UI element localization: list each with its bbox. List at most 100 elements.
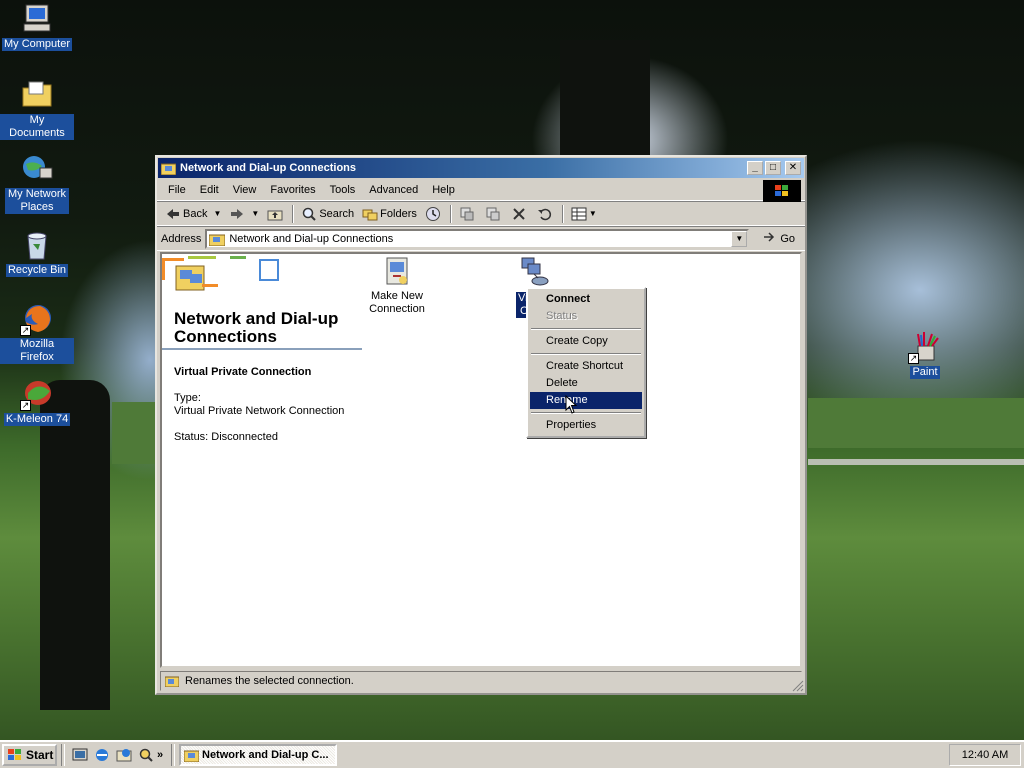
panel-title: Network and Dial-up Connections — [162, 304, 362, 350]
address-field[interactable]: Network and Dial-up Connections ▼ — [205, 228, 750, 249]
desktop-icon-my-documents[interactable]: My Documents — [0, 78, 74, 140]
menu-separator — [530, 325, 642, 333]
history-icon — [425, 206, 441, 222]
forward-button[interactable]: ▼ — [225, 204, 263, 224]
up-folder-button[interactable] — [263, 204, 289, 224]
status-bar: Renames the selected connection. — [160, 671, 802, 691]
menu-bar: File Edit View Favorites Tools Advanced … — [157, 179, 805, 202]
menu-favorites[interactable]: Favorites — [263, 182, 322, 198]
network-places-icon — [20, 152, 54, 186]
menu-tools[interactable]: Tools — [323, 182, 363, 198]
search-button[interactable]: Search — [297, 204, 358, 224]
history-button[interactable] — [421, 204, 447, 224]
menu-item-create-copy[interactable]: Create Copy — [530, 333, 642, 350]
desktop-icon-label: Recycle Bin — [5, 264, 69, 277]
desktop-icon-recycle-bin[interactable]: Recycle Bin — [0, 228, 74, 277]
menu-item-delete[interactable]: Delete — [530, 375, 642, 392]
toolbar: Back ▼ ▼ Search Folders ▼ — [157, 201, 805, 226]
clock: 12:40 AM — [961, 749, 1009, 761]
views-button[interactable]: ▼ — [567, 204, 601, 224]
back-button[interactable]: Back ▼ — [161, 204, 225, 224]
windows-logo-icon — [763, 180, 801, 202]
back-arrow-icon — [165, 206, 181, 222]
shortcut-arrow-icon: ↗ — [20, 400, 31, 411]
quicklaunch-internet-explorer[interactable] — [91, 744, 113, 766]
task-button-network-connections[interactable]: Network and Dial-up C... — [179, 744, 337, 766]
menu-item-properties[interactable]: Properties — [530, 417, 642, 434]
menu-view[interactable]: View — [226, 182, 264, 198]
desktop-icon-label: My Computer — [1, 38, 73, 51]
make-new-connection-icon — [381, 256, 413, 288]
menu-item-rename[interactable]: Rename — [530, 392, 642, 409]
chevron-down-icon[interactable]: ▼ — [213, 209, 221, 218]
menu-separator — [530, 350, 642, 358]
desktop-icon-label: Mozilla Firefox — [0, 338, 74, 364]
taskbar-separator — [171, 744, 175, 766]
quicklaunch-search[interactable] — [135, 744, 157, 766]
maximize-button[interactable]: □ — [765, 161, 781, 175]
network-folder-icon — [162, 256, 279, 291]
chevron-down-icon: ▼ — [588, 209, 597, 218]
taskbar-separator — [61, 744, 65, 766]
firefox-icon: ↗ — [20, 302, 54, 336]
explorer-window: Network and Dial-up Connections _ □ ✕ Fi… — [155, 155, 807, 695]
close-button[interactable]: ✕ — [785, 161, 801, 175]
delete-button[interactable] — [507, 204, 533, 224]
chevron-down-icon[interactable]: ▼ — [251, 209, 259, 218]
menu-item-create-shortcut[interactable]: Create Shortcut — [530, 358, 642, 375]
folders-button[interactable]: Folders — [358, 204, 421, 224]
my-documents-icon — [20, 78, 54, 112]
panel-banner — [162, 254, 362, 304]
copy-to-icon — [485, 206, 501, 222]
resize-grip-icon[interactable] — [792, 680, 804, 692]
mouse-pointer-icon — [565, 395, 578, 414]
selection-details: Virtual Private Connection Type: Virtual… — [162, 366, 362, 444]
menu-file[interactable]: File — [161, 182, 193, 198]
address-dropdown-button[interactable]: ▼ — [731, 230, 748, 247]
desktop-icon-my-computer[interactable]: My Computer — [0, 2, 74, 51]
copy-to-button[interactable] — [481, 204, 507, 224]
address-bar: Address Network and Dial-up Connections … — [157, 226, 805, 251]
desktop-icon-paint[interactable]: ↗ Paint — [888, 330, 962, 379]
menu-separator — [530, 409, 642, 417]
toolbar-separator — [561, 204, 564, 223]
desktop-icon-mozilla-firefox[interactable]: ↗ Mozilla Firefox — [0, 302, 74, 364]
go-button[interactable]: Go — [757, 231, 801, 246]
menu-edit[interactable]: Edit — [193, 182, 226, 198]
kmeleon-icon: ↗ — [20, 377, 54, 411]
address-value: Network and Dial-up Connections — [229, 232, 394, 245]
desktop-icon-k-meleon[interactable]: ↗ K-Meleon 74 — [0, 377, 74, 426]
file-label: Make New Connection — [369, 290, 425, 315]
menu-help[interactable]: Help — [425, 182, 462, 198]
move-to-icon — [459, 206, 475, 222]
search-icon — [139, 748, 153, 762]
delete-x-icon — [511, 206, 527, 222]
quicklaunch-show-desktop[interactable] — [69, 744, 91, 766]
minimize-button[interactable]: _ — [747, 161, 763, 175]
undo-button[interactable] — [533, 204, 559, 224]
desktop-icon-my-network-places[interactable]: My Network Places — [0, 152, 74, 214]
network-folder-icon — [184, 750, 199, 762]
toolbar-separator — [292, 204, 295, 223]
type-label: Type: — [174, 392, 201, 404]
go-arrow-icon — [763, 231, 777, 246]
status-text: Renames the selected connection. — [185, 675, 354, 687]
vpn-connection-item[interactable] — [514, 256, 554, 290]
windows-logo-icon — [8, 749, 21, 760]
folder-view[interactable]: Network and Dial-up Connections Virtual … — [160, 252, 802, 668]
recycle-bin-icon — [20, 228, 54, 262]
make-new-connection-item[interactable]: Make New Connection — [362, 256, 432, 316]
menu-item-connect[interactable]: Connect — [530, 291, 642, 308]
move-to-button[interactable] — [455, 204, 481, 224]
context-menu: Connect Status Create Copy Create Shortc… — [526, 287, 646, 438]
folders-icon — [362, 206, 378, 222]
forward-arrow-icon — [229, 206, 245, 222]
title-bar[interactable]: Network and Dial-up Connections _ □ ✕ — [158, 158, 804, 178]
views-grid-icon — [571, 206, 587, 222]
start-button[interactable]: Start — [2, 744, 57, 766]
quicklaunch-more-icon[interactable]: » — [157, 749, 167, 761]
system-tray-clock[interactable]: 12:40 AM — [949, 744, 1021, 766]
menu-advanced[interactable]: Advanced — [362, 182, 425, 198]
taskbar: Start » Network and Dial-up C... 12:40 A… — [0, 740, 1024, 768]
quicklaunch-outlook-express[interactable] — [113, 744, 135, 766]
